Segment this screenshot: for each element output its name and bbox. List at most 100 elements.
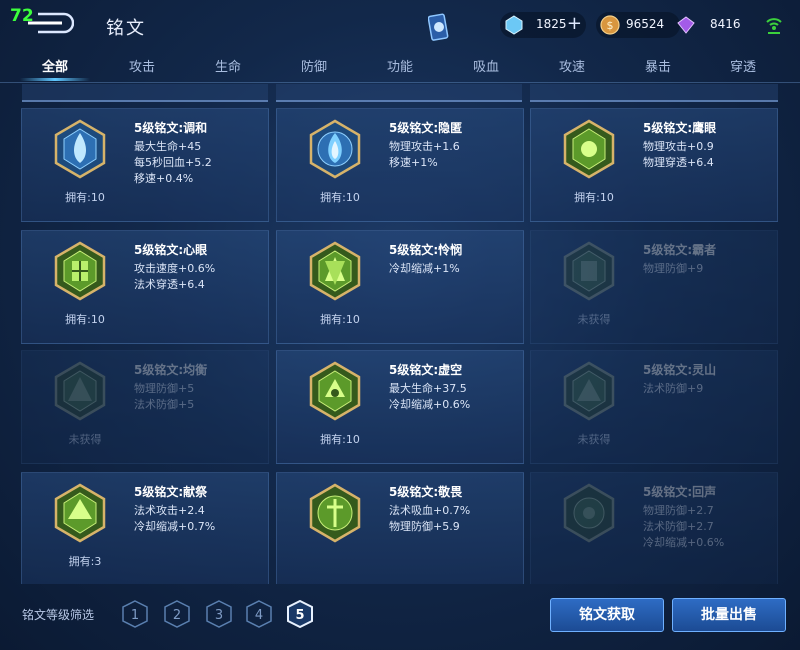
rune-card-locked[interactable]: 未获得 5级铭文:灵山 法术防御+9 (530, 350, 778, 464)
tab-defense[interactable]: 防御 (284, 56, 344, 75)
rune-name: 5级铭文:均衡 (134, 363, 208, 377)
rune-name: 5级铭文:回声 (643, 485, 717, 499)
stat-line: 物理防御+5.9 (389, 520, 460, 533)
rune-void-icon (309, 361, 361, 421)
stat-line: 物理防御+5 (134, 382, 195, 395)
page-title: 铭文 (106, 18, 146, 39)
stat-line: 法术防御+5 (134, 398, 195, 411)
stat-line: 法术吸血+0.7% (389, 504, 471, 517)
level-1-filter[interactable]: 1 (122, 600, 148, 628)
stat-line: 最大生命+37.5 (389, 382, 467, 395)
rune-card[interactable]: 拥有:10 5级铭文:隐匿 物理攻击+1.6 移速+1% (276, 108, 524, 222)
rune-name: 5级铭文:调和 (134, 121, 208, 135)
rune-stats: 冷却缩减+1% (389, 261, 460, 277)
diamond-value: 1825 (536, 17, 567, 31)
tab-crit[interactable]: 暴击 (628, 56, 688, 75)
svg-text:$: $ (607, 19, 614, 32)
rune-card[interactable]: 拥有:10 5级铭文:虚空 最大生命+37.5 冷却缩减+0.6% (276, 350, 524, 464)
partial-card (530, 84, 778, 102)
owned-status: 未获得 (577, 313, 611, 326)
rune-name: 5级铭文:心眼 (134, 243, 208, 257)
rune-card-locked[interactable]: 未获得 5级铭文:霸者 物理防御+9 (530, 230, 778, 344)
rune-name: 5级铭文:隐匿 (389, 121, 463, 135)
get-rune-button[interactable]: 铭文获取 (550, 598, 664, 632)
rune-card[interactable]: 拥有:10 5级铭文:心眼 攻击速度+0.6% 法术穿透+6.4 (21, 230, 269, 344)
crystal-value: 8416 (710, 17, 741, 31)
rune-heart-icon (54, 241, 106, 301)
stat-line: 物理攻击+1.6 (389, 140, 460, 153)
rune-balance-icon (54, 361, 106, 421)
rune-stats: 物理攻击+0.9 物理穿透+6.4 (643, 139, 714, 171)
diamond-counter: 1825 + (500, 12, 586, 38)
stat-line: 冷却缩减+0.7% (134, 520, 216, 533)
stat-line: 物理防御+9 (643, 262, 704, 275)
rune-stats: 物理攻击+1.6 移速+1% (389, 139, 460, 171)
stat-line: 移速+1% (389, 156, 438, 169)
stat-line: 冷却缩减+0.6% (389, 398, 471, 411)
owned-count: 拥有:10 (320, 313, 360, 326)
owned-count: 拥有:10 (320, 191, 360, 204)
tab-lifesteal[interactable]: 吸血 (456, 56, 516, 75)
level-5-filter[interactable]: 5 (287, 600, 313, 628)
owned-count: 拥有:3 (68, 555, 102, 568)
crystal-counter: 8416 (672, 12, 752, 38)
svg-text:1: 1 (131, 608, 139, 623)
tab-utility[interactable]: 功能 (370, 56, 430, 75)
level-filter-label: 铭文等级筛选 (22, 608, 95, 622)
stat-line: 最大生命+45 (134, 140, 202, 153)
level-3-filter[interactable]: 3 (206, 600, 232, 628)
svg-text:4: 4 (255, 608, 263, 623)
rune-card[interactable]: 拥有:10 5级铭文:怜悯 冷却缩减+1% (276, 230, 524, 344)
owned-status: 未获得 (577, 433, 611, 446)
rune-grid[interactable]: 拥有:10 5级铭文:调和 最大生命+45 每5秒回血+5.2 移速+0.4% … (0, 84, 800, 584)
rune-card[interactable]: 5级铭文:敬畏 法术吸血+0.7% 物理防御+5.9 (276, 472, 524, 584)
rune-card-locked[interactable]: 5级铭文:回声 物理防御+2.7 法术防御+2.7 冷却缩减+0.6% (530, 472, 778, 584)
add-diamond-icon[interactable]: + (567, 13, 582, 34)
stat-line: 物理攻击+0.9 (643, 140, 714, 153)
stat-line: 攻击速度+0.6% (134, 262, 216, 275)
stat-line: 冷却缩减+1% (389, 262, 460, 275)
rune-card[interactable]: 拥有:10 5级铭文:调和 最大生命+45 每5秒回血+5.2 移速+0.4% (21, 108, 269, 222)
rune-name: 5级铭文:怜悯 (389, 243, 463, 257)
rune-name: 5级铭文:敬畏 (389, 485, 463, 499)
stat-line: 物理穿透+6.4 (643, 156, 714, 169)
rune-star-icon (309, 241, 361, 301)
rune-awe-icon (309, 483, 361, 543)
tab-divider (0, 82, 800, 83)
tab-attack[interactable]: 攻击 (112, 56, 172, 75)
rune-sacrifice-icon (54, 483, 106, 543)
svg-text:3: 3 (215, 608, 223, 623)
rune-stats: 物理防御+9 (643, 261, 703, 277)
level-4-filter[interactable]: 4 (246, 600, 272, 628)
svg-text:2: 2 (173, 608, 181, 623)
tab-attack-speed[interactable]: 攻速 (542, 56, 602, 75)
partial-card (22, 84, 268, 102)
rune-eye-icon (563, 119, 615, 179)
bottom-bar: 铭文等级筛选 1 2 3 4 5 铭文获取 批量出售 (0, 584, 800, 650)
rune-echo-icon (563, 483, 615, 543)
tab-penetration[interactable]: 穿透 (713, 56, 773, 75)
wifi-icon (766, 18, 782, 34)
level-2-filter[interactable]: 2 (164, 600, 190, 628)
owned-count: 拥有:10 (574, 191, 614, 204)
crystal-icon (677, 16, 695, 34)
tab-all[interactable]: 全部 (25, 56, 85, 75)
bulk-sell-button[interactable]: 批量出售 (672, 598, 786, 632)
rune-name: 5级铭文:霸者 (643, 243, 717, 257)
stat-line: 法术防御+9 (643, 382, 704, 395)
rune-name: 5级铭文:虚空 (389, 363, 463, 377)
tab-health[interactable]: 生命 (198, 56, 258, 75)
rune-card[interactable]: 拥有:10 5级铭文:鹰眼 物理攻击+0.9 物理穿透+6.4 (530, 108, 778, 222)
rune-stats: 法术攻击+2.4 冷却缩减+0.7% (134, 503, 215, 535)
rune-card-icon[interactable] (428, 12, 450, 42)
rune-stats: 最大生命+37.5 冷却缩减+0.6% (389, 381, 470, 413)
rune-card[interactable]: 拥有:3 5级铭文:献祭 法术攻击+2.4 冷却缩减+0.7% (21, 472, 269, 584)
stat-line: 法术穿透+6.4 (134, 278, 205, 291)
rune-stats: 攻击速度+0.6% 法术穿透+6.4 (134, 261, 215, 293)
stat-line: 每5秒回血+5.2 (134, 156, 212, 169)
rune-diamond-icon (54, 119, 106, 179)
rune-card-locked[interactable]: 未获得 5级铭文:均衡 物理防御+5 法术防御+5 (21, 350, 269, 464)
back-icon[interactable] (24, 10, 74, 36)
category-tabs: 全部 攻击 生命 防御 功能 吸血 攻速 暴击 穿透 (0, 50, 800, 84)
coin-value: 96524 (626, 17, 665, 31)
